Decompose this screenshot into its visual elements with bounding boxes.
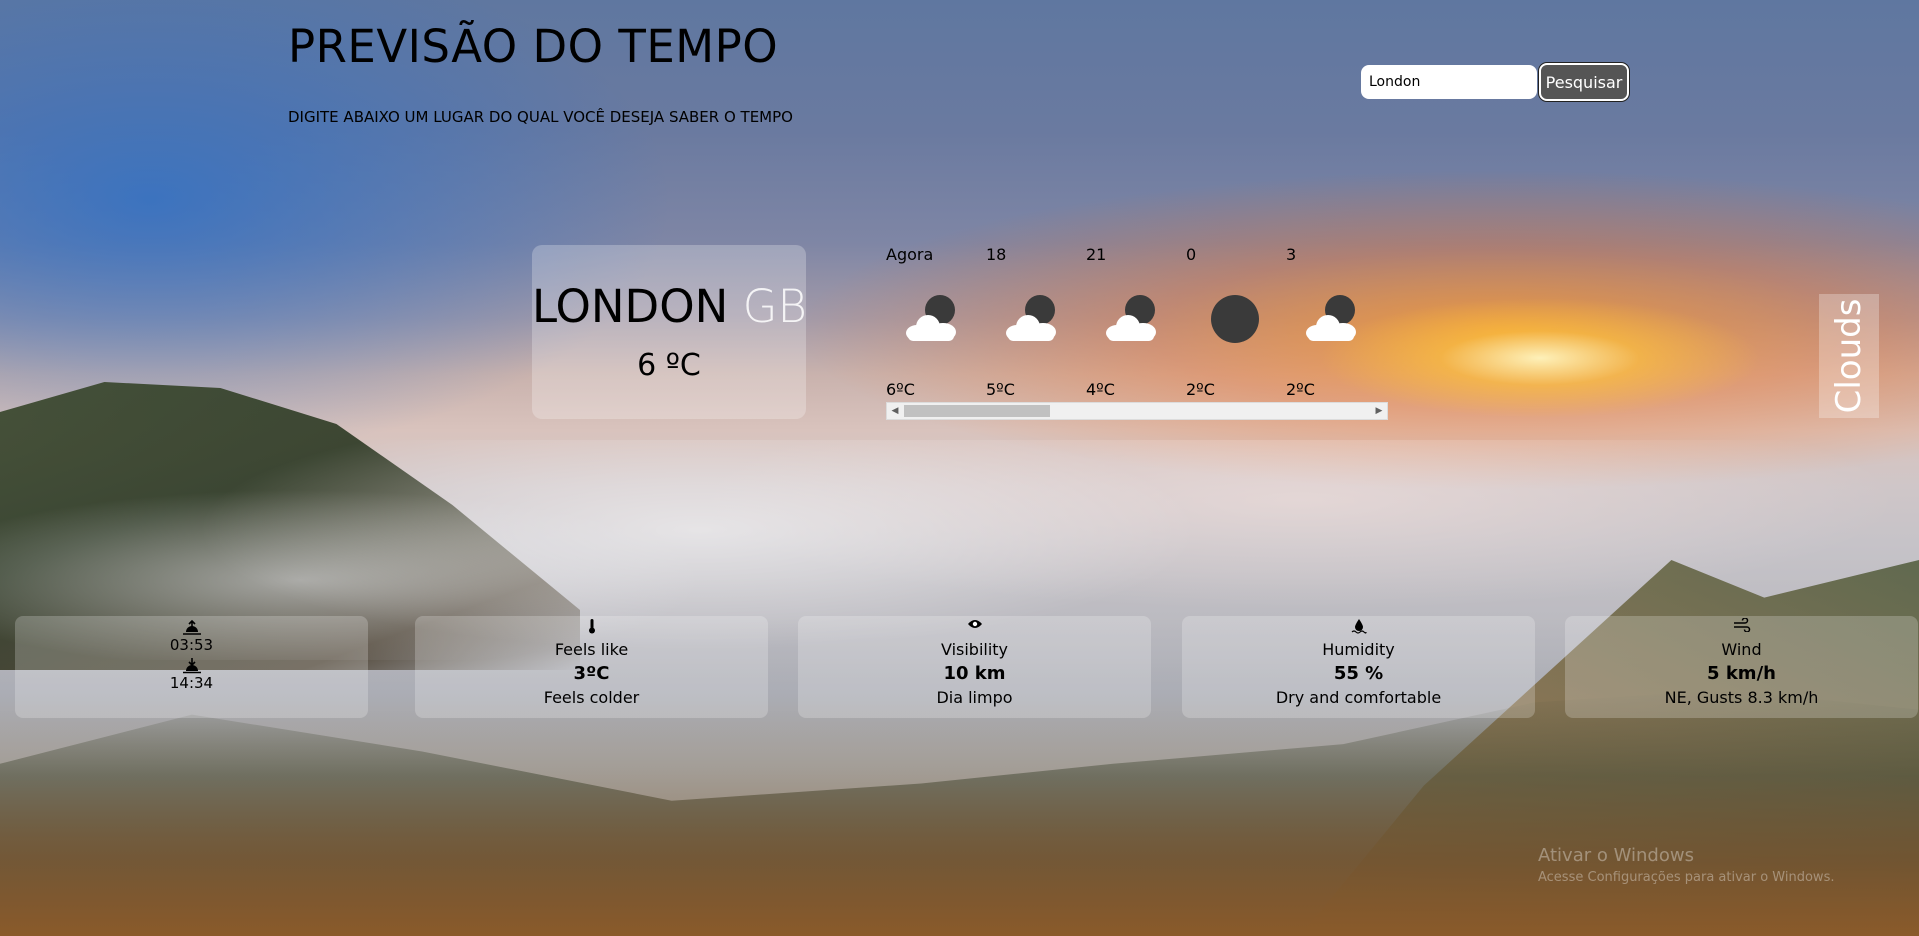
forecast-scrollbar[interactable]: ◀ ▶ — [886, 402, 1388, 420]
forecast-time: 18 — [986, 245, 1007, 264]
partly-cloudy-icon — [901, 295, 961, 343]
hourly-forecast: Agora 18 21 0 3 6ºC 5ºC 4ºC 2ºC 2ºC ◀ ▶ — [886, 245, 1388, 420]
humidity-title: Humidity — [1322, 640, 1395, 659]
partly-cloudy-icon — [1001, 295, 1061, 343]
eye-icon — [798, 618, 1151, 636]
search-button[interactable]: Pesquisar — [1539, 63, 1629, 101]
scrollbar-thumb[interactable] — [904, 405, 1050, 417]
city-name: LONDON — [532, 280, 729, 333]
forecast-temp: 2ºC — [1286, 380, 1315, 399]
clear-moon-icon — [1201, 295, 1261, 343]
condition-tab: Clouds — [1819, 294, 1879, 418]
watermark-title: Ativar o Windows — [1538, 845, 1694, 866]
sunset-icon — [15, 656, 368, 674]
forecast-temp: 4ºC — [1086, 380, 1115, 399]
sunrise-icon — [15, 618, 368, 636]
thermometer-icon — [415, 618, 768, 636]
humidity-value: 55 % — [1333, 663, 1384, 684]
condition-label: Clouds — [1829, 298, 1869, 414]
forecast-time: 3 — [1286, 245, 1297, 264]
windows-activation-watermark: Ativar o Windows Acesse Configurações pa… — [1538, 845, 1834, 885]
partly-cloudy-icon — [1101, 295, 1161, 343]
wind-title: Wind — [1721, 640, 1762, 659]
country-code: GB — [742, 280, 807, 333]
forecast-time: 21 — [1086, 245, 1107, 264]
page-title: PREVISÃO DO TEMPO — [288, 20, 779, 73]
wind-card: Wind 5 km/h NE, Gusts 8.3 km/h — [1565, 616, 1918, 718]
forecast-time: 0 — [1186, 245, 1197, 264]
visibility-value: 10 km — [943, 663, 1006, 684]
visibility-card: Visibility 10 km Dia limpo — [798, 616, 1151, 718]
forecast-temp: 6ºC — [886, 380, 915, 399]
sunset-time: 14:34 — [169, 674, 214, 692]
search-input[interactable] — [1361, 65, 1537, 99]
scroll-left-arrow-icon[interactable]: ◀ — [887, 403, 903, 419]
sunrise-time: 03:53 — [169, 636, 214, 654]
weather-page: PREVISÃO DO TEMPO DIGITE ABAIXO UM LUGAR… — [0, 0, 1919, 936]
page-subtitle: DIGITE ABAIXO UM LUGAR DO QUAL VOCÊ DESE… — [288, 108, 793, 126]
forecast-temp: 2ºC — [1186, 380, 1215, 399]
feels-like-desc: Feels colder — [543, 688, 640, 707]
partly-cloudy-icon — [1301, 295, 1361, 343]
current-temperature: 6 ºC — [637, 348, 701, 383]
visibility-title: Visibility — [940, 640, 1009, 659]
sun-times-card: 03:53 14:34 — [15, 616, 368, 718]
feels-like-title: Feels like — [554, 640, 629, 659]
feels-like-card: Feels like 3ºC Feels colder — [415, 616, 768, 718]
visibility-desc: Dia limpo — [936, 688, 1013, 707]
feels-like-value: 3ºC — [573, 663, 610, 684]
city-line: LONDON GB — [532, 280, 807, 333]
humidity-desc: Dry and comfortable — [1275, 688, 1442, 707]
wind-icon — [1565, 617, 1918, 636]
wind-value: 5 km/h — [1707, 663, 1776, 684]
forecast-temp: 5ºC — [986, 380, 1015, 399]
scroll-right-arrow-icon[interactable]: ▶ — [1371, 403, 1387, 419]
wind-desc: NE, Gusts 8.3 km/h — [1664, 688, 1819, 707]
watermark-subtitle: Acesse Configurações para ativar o Windo… — [1538, 870, 1835, 885]
forecast-time: Agora — [886, 245, 934, 264]
humidity-drop-icon — [1182, 618, 1535, 636]
current-weather-card: LONDON GB 6 ºC — [532, 245, 807, 419]
humidity-card: Humidity 55 % Dry and comfortable — [1182, 616, 1535, 718]
background-forest — [0, 690, 1919, 936]
